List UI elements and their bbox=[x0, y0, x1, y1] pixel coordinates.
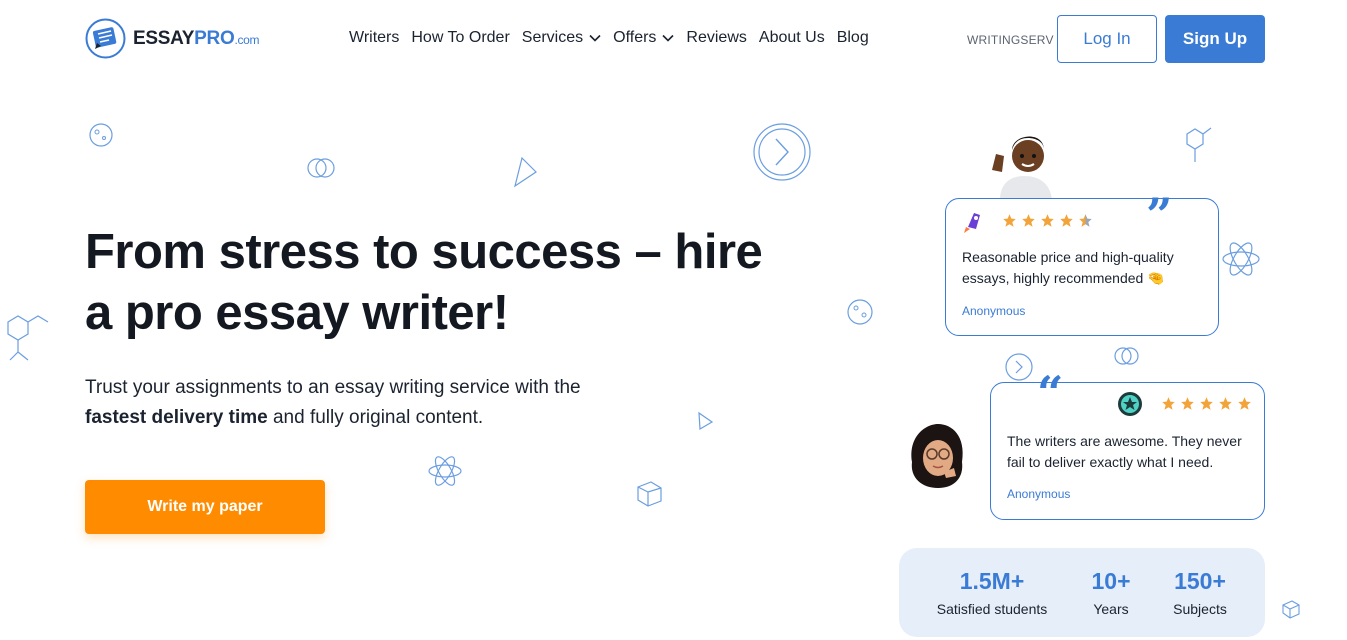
write-my-paper-button[interactable]: Write my paper bbox=[85, 480, 325, 534]
rating-stars bbox=[1002, 213, 1093, 228]
hero-subtitle-part-1: Trust your assignments to an essay writi… bbox=[85, 377, 581, 398]
hero-title-line-1: From stress to success – hire bbox=[85, 225, 763, 279]
nav-item-blog[interactable]: Blog bbox=[837, 29, 869, 47]
stat-label: Years bbox=[1093, 601, 1129, 617]
hero-subtitle: Trust your assignments to an essay writi… bbox=[85, 373, 645, 433]
review-card: The writers are awesome. They never fail… bbox=[990, 382, 1265, 520]
star-half-icon bbox=[1079, 214, 1092, 227]
rocket-icon bbox=[964, 213, 980, 233]
arrow-circle-doodle-icon bbox=[753, 123, 811, 181]
review-author: Anonymous bbox=[1007, 487, 1071, 501]
cube-doodle-icon bbox=[637, 481, 662, 507]
molecule-doodle-icon bbox=[7, 315, 49, 361]
star-icon bbox=[1041, 214, 1054, 227]
stat-value: 150+ bbox=[1174, 568, 1226, 594]
chevron-down-icon bbox=[589, 34, 601, 42]
rings-doodle-icon bbox=[1114, 347, 1139, 365]
logo-brand-accent: PRO bbox=[194, 27, 235, 49]
hero-subtitle-bold: fastest delivery time bbox=[85, 407, 268, 428]
star-icon bbox=[1162, 397, 1175, 410]
triangle-doodle-icon bbox=[514, 156, 537, 188]
hero-title: From stress to success – hire a pro essay… bbox=[85, 222, 785, 344]
atom-doodle-icon bbox=[1222, 242, 1260, 276]
cube-doodle-icon bbox=[1282, 600, 1300, 619]
nav-label: Offers bbox=[613, 29, 657, 46]
quote-icon: ” bbox=[1146, 188, 1173, 242]
nav-label: How To Order bbox=[411, 29, 510, 46]
review-text: The writers are awesome. They never fail… bbox=[1007, 433, 1242, 470]
star-icon bbox=[1181, 397, 1194, 410]
quote-icon: “ bbox=[1037, 366, 1064, 420]
nav-item-services[interactable]: Services bbox=[522, 29, 601, 47]
stats-panel: 1.5M+ Satisfied students 10+ Years 150+ … bbox=[899, 548, 1265, 637]
stat-students: 1.5M+ Satisfied students bbox=[935, 568, 1049, 617]
signup-button[interactable]: Sign Up bbox=[1165, 15, 1265, 63]
promo-code[interactable]: WRITINGSERV bbox=[967, 33, 1054, 47]
essaypro-logo-icon bbox=[85, 18, 126, 59]
site-header: ESSAYPRO.com Writers How To Order Servic… bbox=[0, 0, 1347, 78]
star-icon bbox=[1200, 397, 1213, 410]
reviewer-avatar-woman bbox=[911, 424, 963, 488]
nav-label: About Us bbox=[758, 29, 825, 46]
logo-brand-main: ESSAY bbox=[133, 27, 195, 49]
review-text: Reasonable price and high-quality essays… bbox=[962, 249, 1174, 286]
stat-label: Subjects bbox=[1173, 601, 1227, 617]
stat-value: 1.5M+ bbox=[959, 568, 1025, 594]
stat-years: 10+ Years bbox=[1083, 568, 1139, 617]
reviewer-avatar-man bbox=[992, 136, 1052, 200]
nav-label: Reviews bbox=[686, 29, 747, 46]
stat-subjects: 150+ Subjects bbox=[1165, 568, 1235, 617]
triangle-doodle-icon bbox=[698, 411, 714, 431]
planet-doodle-icon bbox=[847, 299, 873, 325]
chevron-down-icon bbox=[662, 34, 674, 42]
star-icon bbox=[1003, 214, 1016, 227]
nav-label: Blog bbox=[836, 29, 869, 46]
rating-stars bbox=[1161, 396, 1252, 411]
nav-label: Services bbox=[521, 29, 584, 46]
molecule-doodle-icon bbox=[1186, 127, 1212, 162]
planet-doodle-icon bbox=[89, 123, 113, 147]
atom-doodle-icon bbox=[428, 456, 462, 486]
nav-item-about-us[interactable]: About Us bbox=[759, 29, 825, 47]
star-badge-icon bbox=[1118, 392, 1142, 416]
nav-label: Writers bbox=[349, 29, 400, 46]
main-nav: Writers How To Order Services Offers Rev… bbox=[349, 29, 869, 47]
stat-label: Satisfied students bbox=[936, 601, 1048, 617]
star-icon bbox=[1238, 397, 1251, 410]
hero-title-line-2: a pro essay writer! bbox=[85, 286, 509, 340]
stat-value: 10+ bbox=[1091, 568, 1131, 594]
hero-subtitle-part-2: and fully original content. bbox=[267, 407, 484, 428]
review-card: Reasonable price and high-quality essays… bbox=[945, 198, 1219, 336]
star-icon bbox=[1219, 397, 1232, 410]
arrow-circle-doodle-icon bbox=[1005, 353, 1033, 381]
star-icon bbox=[1060, 214, 1073, 227]
logo-brand-domain: .com bbox=[234, 32, 260, 47]
nav-item-offers[interactable]: Offers bbox=[613, 29, 674, 47]
star-icon bbox=[1022, 214, 1035, 227]
login-button[interactable]: Log In bbox=[1057, 15, 1157, 63]
nav-item-how-to-order[interactable]: How To Order bbox=[411, 29, 509, 47]
nav-item-writers[interactable]: Writers bbox=[349, 29, 399, 47]
logo-wordmark: ESSAYPRO.com bbox=[133, 27, 260, 50]
essaypro-logo[interactable]: ESSAYPRO.com bbox=[85, 18, 260, 59]
review-author: Anonymous bbox=[962, 304, 1026, 318]
nav-item-reviews[interactable]: Reviews bbox=[686, 29, 746, 47]
rings-doodle-icon bbox=[307, 158, 335, 178]
